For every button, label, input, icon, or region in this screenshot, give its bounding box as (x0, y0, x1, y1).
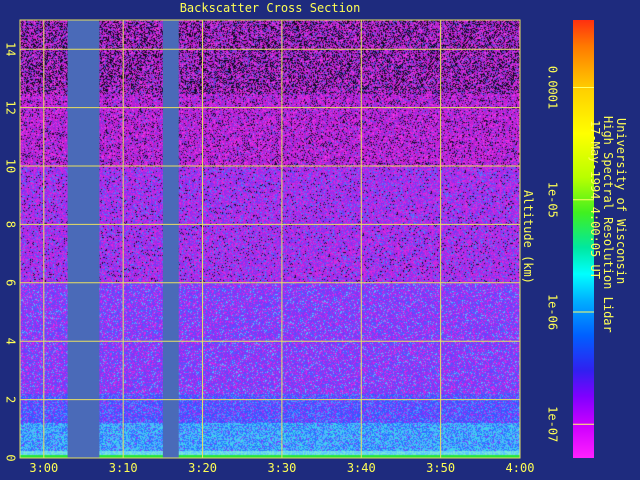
x-tick-label: 3:00 (29, 461, 58, 475)
colorbar-tick-label: 1e-07 (546, 406, 560, 442)
y-tick-label: 0 (4, 454, 18, 461)
y-tick-label: 4 (4, 338, 18, 345)
backscatter-chart: 3:00 3:10 3:20 3:30 3:40 3:50 4:00 0 2 4 6 8 10 12 14 0… (4, 19, 594, 475)
y-tick-label: 14 (4, 42, 18, 56)
y-tick-label: 8 (4, 221, 18, 228)
data-gap-1 (67, 20, 100, 458)
x-tick-label: 3:50 (426, 461, 455, 475)
x-tick-label: 3:10 (109, 461, 138, 475)
info-line-3: 17-May-1994 4:00:05 UT (588, 120, 602, 279)
y-axis-label: Altitude (km) (521, 190, 535, 284)
x-tick-label: 3:20 (188, 461, 217, 475)
x-tick-label: 3:40 (347, 461, 376, 475)
x-tick-label: 3:30 (267, 461, 296, 475)
x-tick-label: 4:00 (506, 461, 535, 475)
info-line-2: High Spectral Resolution Lidar (601, 116, 615, 333)
colorbar-tick-label: 0.0001 (546, 66, 560, 109)
y-tick-label: 12 (4, 100, 18, 114)
y-tick-label: 10 (4, 159, 18, 173)
data-gap-2 (162, 20, 179, 458)
info-line-1: University of Wisconsin (614, 118, 628, 285)
colorbar-tick-label: 1e-05 (546, 182, 560, 218)
y-tick-label: 2 (4, 396, 18, 403)
colorbar-tick-label: 1e-06 (546, 294, 560, 330)
chart-root: Backscatter Cross Section 3:00 3:10 3:20 3:… (0, 0, 640, 480)
y-tick-label: 6 (4, 279, 18, 286)
